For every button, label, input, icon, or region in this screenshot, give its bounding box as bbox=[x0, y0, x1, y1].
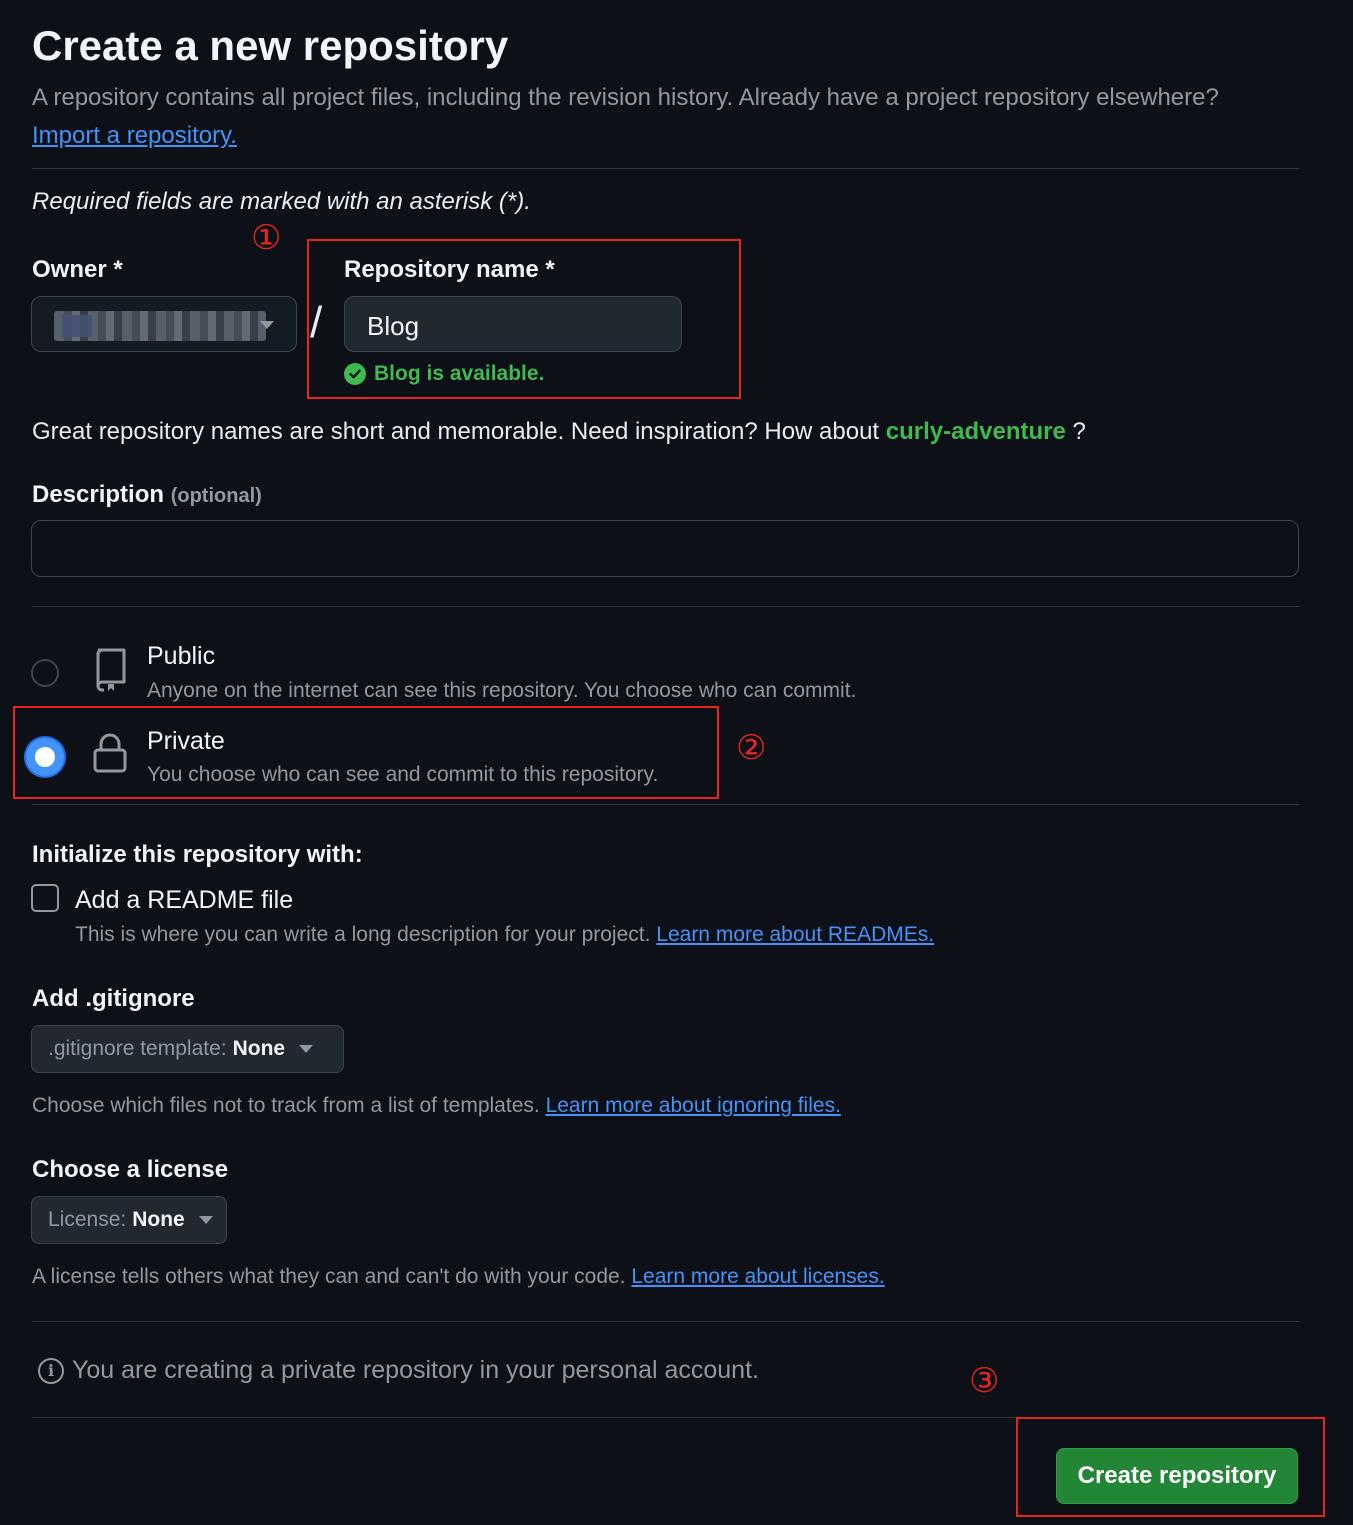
create-repository-button[interactable]: Create repository bbox=[1056, 1448, 1298, 1504]
description-input[interactable] bbox=[31, 520, 1299, 577]
license-heading: Choose a license bbox=[32, 1156, 229, 1183]
page-title: Create a new repository bbox=[32, 22, 509, 69]
license-select-value: None bbox=[132, 1208, 185, 1231]
readme-desc: This is where you can write a long descr… bbox=[75, 923, 651, 946]
page-subtitle: A repository contains all project files,… bbox=[32, 84, 1219, 111]
readme-checkbox[interactable] bbox=[31, 884, 59, 912]
hint-text: Great repository names are short and mem… bbox=[32, 418, 880, 445]
import-repository-link[interactable]: Import a repository. bbox=[32, 122, 237, 150]
owner-label: Owner * bbox=[32, 256, 123, 283]
visibility-public-desc: Anyone on the internet can see this repo… bbox=[147, 679, 857, 702]
gitignore-heading: Add .gitignore bbox=[32, 985, 195, 1012]
annotation-box-2 bbox=[13, 706, 719, 799]
info-icon: i bbox=[38, 1357, 64, 1384]
owner-select[interactable] bbox=[31, 296, 297, 352]
divider bbox=[32, 804, 1299, 805]
repo-name-hint: Great repository names are short and mem… bbox=[32, 418, 1086, 446]
gitignore-template-select[interactable]: .gitignore template: None bbox=[31, 1025, 344, 1073]
annotation-number-1: ① bbox=[251, 219, 282, 257]
gitignore-help: Choose which files not to track from a l… bbox=[32, 1094, 841, 1118]
divider bbox=[32, 1321, 1299, 1322]
visibility-public-radio[interactable] bbox=[31, 659, 59, 687]
readme-help: This is where you can write a long descr… bbox=[75, 923, 934, 947]
description-label: Description (optional) bbox=[32, 481, 262, 509]
gitignore-select-prefix: .gitignore template: bbox=[48, 1037, 227, 1060]
name-suggestion-link[interactable]: curly-adventure bbox=[886, 418, 1066, 445]
license-help-text: A license tells others what they can and… bbox=[32, 1265, 626, 1288]
gitignore-help-text: Choose which files not to track from a l… bbox=[32, 1094, 540, 1117]
divider bbox=[32, 606, 1299, 607]
optional-marker: (optional) bbox=[170, 485, 262, 507]
repo-icon bbox=[92, 646, 130, 697]
owner-avatar-redacted bbox=[54, 311, 266, 341]
info-text: You are creating a private repository in… bbox=[72, 1356, 759, 1384]
license-select[interactable]: License: None bbox=[31, 1196, 227, 1244]
readme-label[interactable]: Add a README file bbox=[75, 886, 293, 915]
license-select-prefix: License: bbox=[48, 1208, 127, 1231]
hint-suffix: ? bbox=[1065, 418, 1086, 445]
required-fields-note: Required fields are marked with an aster… bbox=[32, 188, 531, 215]
annotation-box-1 bbox=[307, 239, 741, 399]
license-help: A license tells others what they can and… bbox=[32, 1265, 885, 1289]
initialize-heading: Initialize this repository with: bbox=[32, 841, 363, 868]
annotation-number-2: ② bbox=[736, 729, 767, 767]
chevron-down-icon bbox=[260, 321, 274, 329]
annotation-number-3: ③ bbox=[969, 1362, 1000, 1400]
gitignore-select-value: None bbox=[232, 1037, 286, 1060]
description-label-text: Description bbox=[32, 481, 165, 508]
visibility-public-title: Public bbox=[147, 642, 216, 670]
divider bbox=[32, 168, 1299, 169]
readme-learn-more-link[interactable]: Learn more about READMEs. bbox=[656, 923, 934, 946]
private-repo-info: i You are creating a private repository … bbox=[38, 1356, 759, 1385]
chevron-down-icon bbox=[299, 1045, 314, 1053]
chevron-down-icon bbox=[198, 1216, 213, 1224]
gitignore-learn-more-link[interactable]: Learn more about ignoring files. bbox=[546, 1094, 841, 1117]
license-learn-more-link[interactable]: Learn more about licenses. bbox=[631, 1265, 884, 1288]
